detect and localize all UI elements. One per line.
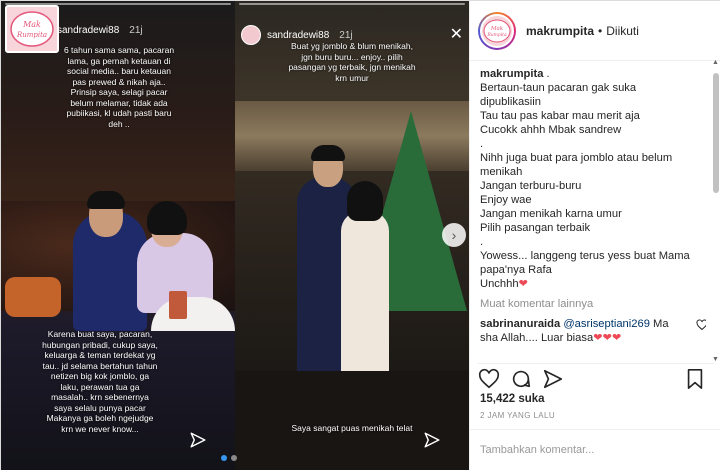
bookmark-icon[interactable] <box>684 368 706 390</box>
action-bar <box>478 363 714 389</box>
comment-bubble-icon[interactable] <box>510 368 532 390</box>
comment-text: Ma <box>653 318 669 330</box>
caption-line: Jangan terburu-buru <box>480 180 582 192</box>
post-side-panel: Mak Rumpita makrumpita • Diikuti makrump… <box>469 1 720 470</box>
scroll-thumb[interactable] <box>713 73 719 193</box>
caption-last-line: Unchhh❤ <box>480 277 706 291</box>
story-screenshot-left: Mak Rumpita sandradewi88 21j 6 tahun sam… <box>1 1 235 470</box>
woman-photo <box>341 211 389 381</box>
story-header-left: sandradewi88 21j <box>57 25 143 36</box>
caption-line: Bertaun-taun pacaran gak suka <box>480 82 637 94</box>
post-media[interactable]: Mak Rumpita sandradewi88 21j 6 tahun sam… <box>1 1 469 470</box>
makrumpita-logo: Mak Rumpita <box>5 5 59 53</box>
send-icon <box>424 432 440 448</box>
caption-line: . <box>480 138 484 150</box>
caption-body: Bertaun-taun pacaran gak suka dipublikasi… <box>480 81 706 277</box>
post-timestamp[interactable]: 2 JAM YANG LALU <box>480 411 555 420</box>
caption-line: . <box>480 236 484 248</box>
story-avatar <box>241 25 261 45</box>
scroll-down-icon[interactable]: ▼ <box>712 356 719 363</box>
caption-line: Cucokk ahhh Mbak sandrew <box>480 124 622 136</box>
carousel-dot <box>221 455 227 461</box>
avatar-image: Mak Rumpita <box>480 13 514 48</box>
caption-line: Tau tau pas kabar mau merit aja <box>480 110 640 122</box>
comment-line: sabrinanuraida @asriseptiani269 Ma <box>480 317 690 331</box>
comment-line: sha Allah.... Luar biasa❤❤❤ <box>480 331 690 345</box>
makrumpita-logo-icon: Mak Rumpita <box>10 11 54 47</box>
story-text-bottom: Saya sangat puas menikah telat <box>291 423 413 433</box>
heart-emoji-icon: ❤❤❤ <box>593 332 622 344</box>
svg-text:Mak: Mak <box>22 20 41 29</box>
comment-mention[interactable]: @asriseptiani269 <box>563 318 650 330</box>
carousel-next-button[interactable]: › <box>442 223 466 247</box>
svg-text:Rumpita: Rumpita <box>486 32 507 38</box>
story-text-top: Buat yg jomblo & blum menikah, jgn buru … <box>288 41 416 83</box>
header-separator: • <box>598 23 603 38</box>
like-heart-icon[interactable] <box>478 368 500 390</box>
comment-username[interactable]: sabrinanuraida <box>480 318 560 330</box>
glass-photo <box>169 291 187 319</box>
caption-line: dipublikasiin <box>480 96 541 108</box>
story-username: sandradewi88 <box>267 29 330 41</box>
caption-line: Pilih pasangan terbaik <box>480 222 591 234</box>
caption-line: Yowess... langgeng terus yess buat Mama <box>480 250 690 262</box>
post-header: Mak Rumpita makrumpita • Diikuti <box>470 1 720 61</box>
scroll-up-icon[interactable]: ▲ <box>712 59 719 66</box>
comments-scrollbar[interactable]: ▲ ▼ <box>712 59 719 363</box>
caption-text: Unchhh <box>480 278 519 290</box>
caption-line: Enjoy wae <box>480 194 532 206</box>
add-comment-input[interactable]: Tambahkan komentar... <box>470 429 720 470</box>
caption-line: papa'nya Rafa <box>480 264 552 276</box>
story-text-bottom: Karena buat saya, pacaran, hubungan prib… <box>42 329 158 434</box>
story-text-top: 6 tahun sama sama, pacaran lama, ga pern… <box>63 45 175 129</box>
woman-hair-photo <box>347 181 383 221</box>
comment-like-icon[interactable] <box>696 319 706 331</box>
makrumpita-logo-icon: Mak Rumpita <box>483 19 511 42</box>
load-more-comments-link[interactable]: Muat komentar lainnya <box>480 297 706 311</box>
caption-text: . <box>546 68 550 80</box>
story-time: 21j <box>339 29 353 41</box>
svg-text:Rumpita: Rumpita <box>16 31 47 39</box>
comments-section[interactable]: makrumpita . Bertaun-taun pacaran gak su… <box>480 67 706 357</box>
woman-hair-photo <box>147 201 187 235</box>
floor-photo <box>235 371 469 470</box>
carousel-dots <box>221 455 237 461</box>
close-icon: ✕ <box>449 26 463 43</box>
caption-username[interactable]: makrumpita <box>480 68 543 80</box>
share-send-icon[interactable] <box>542 368 564 390</box>
carousel-dot <box>231 455 237 461</box>
header-username[interactable]: makrumpita <box>526 24 594 38</box>
comment-item: sabrinanuraida @asriseptiani269 Ma sha A… <box>480 317 706 345</box>
heart-emoji-icon: ❤ <box>518 278 528 290</box>
story-progress-bar <box>239 3 465 5</box>
likes-count[interactable]: 15,422 suka <box>480 393 545 405</box>
instagram-post: Mak Rumpita sandradewi88 21j 6 tahun sam… <box>0 0 720 470</box>
pillow-photo <box>5 277 61 317</box>
story-time: 21j <box>129 25 143 36</box>
svg-text:Mak: Mak <box>490 26 504 32</box>
man-hair-photo <box>311 145 345 161</box>
chevron-right-icon: › <box>451 227 457 243</box>
caption-line: menikah <box>480 166 523 178</box>
caption-line: Jangan menikah karna umur <box>480 208 622 220</box>
comment-text: sha Allah.... Luar biasa <box>480 332 594 344</box>
man-hair-photo <box>87 191 125 209</box>
follow-status-button[interactable]: Diikuti <box>606 24 639 38</box>
story-screenshot-right: sandradewi88 21j ✕ Buat yg jomblo & blum… <box>235 1 469 470</box>
caption-first-line: makrumpita . <box>480 67 706 81</box>
avatar[interactable]: Mak Rumpita <box>478 11 516 50</box>
story-username: sandradewi88 <box>57 25 120 36</box>
caption-line: Nihh juga buat para jomblo atau belum <box>480 152 673 164</box>
send-icon <box>190 432 206 448</box>
